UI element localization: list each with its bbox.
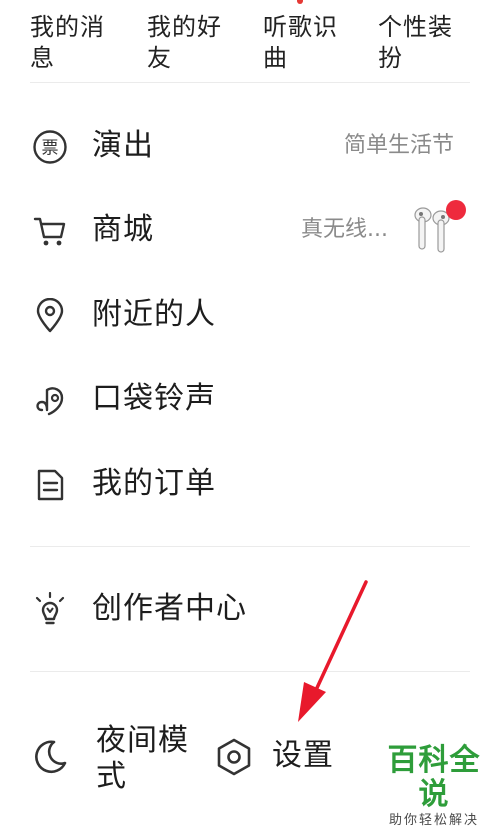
menu-item-nearby-people[interactable]: 附近的人 — [0, 280, 500, 350]
top-shortcut-tabs: 我的消息 我的好友 听歌识曲 个性装扮 — [0, 0, 500, 82]
settings-label: 设置 — [272, 738, 334, 773]
divider — [30, 546, 470, 547]
menu-item-label: 口袋铃声 — [92, 381, 216, 416]
tab-my-friends[interactable]: 我的好友 — [147, 12, 247, 74]
tab-song-recognition[interactable]: 听歌识曲 — [263, 12, 363, 74]
watermark-logo: 百科全说 助你轻松解决 — [374, 744, 494, 830]
music-note-icon — [36, 387, 64, 416]
red-indicator — [297, 0, 303, 4]
menu-item-pocket-ringtone[interactable]: 口袋铃声 — [0, 364, 500, 434]
tab-label: 听歌识曲 — [263, 13, 338, 72]
menu-item-right-text: 简单生活节 — [343, 133, 454, 158]
menu-item-shows[interactable]: 票 演出 简单生活节 — [0, 111, 500, 181]
lightbulb-icon — [35, 592, 65, 625]
menu-item-creator-center[interactable]: 创作者中心 — [0, 574, 500, 644]
menu-item-label: 演出 — [92, 128, 154, 163]
tab-label: 我的好友 — [147, 13, 222, 72]
tab-my-messages[interactable]: 我的消息 — [30, 12, 130, 74]
gear-icon — [217, 738, 251, 776]
notification-badge — [446, 200, 466, 220]
menu-item-right-text: 真无线... — [301, 217, 388, 242]
menu-item-label: 创作者中心 — [92, 591, 247, 626]
menu-item-label: 商城 — [92, 212, 154, 247]
menu-item-label: 我的订单 — [92, 466, 216, 501]
night-mode-label: 夜间模式 — [96, 723, 189, 794]
ticket-icon: 票 — [33, 130, 67, 164]
tab-label: 我的消息 — [30, 13, 105, 72]
menu-item-my-orders[interactable]: 我的订单 — [0, 449, 500, 519]
menu-item-label: 附近的人 — [92, 297, 216, 332]
document-icon — [37, 469, 64, 501]
moon-icon — [35, 740, 67, 774]
svg-text:票: 票 — [42, 139, 59, 159]
shopping-cart-icon — [33, 217, 66, 246]
tab-personal-theme[interactable]: 个性装扮 — [378, 12, 478, 74]
watermark-title: 百科全说 — [387, 743, 481, 812]
watermark-subtitle: 助你轻松解决 — [388, 813, 479, 828]
location-pin-icon — [36, 298, 64, 333]
divider — [30, 82, 470, 83]
divider — [30, 671, 470, 672]
tab-label: 个性装扮 — [378, 13, 453, 72]
